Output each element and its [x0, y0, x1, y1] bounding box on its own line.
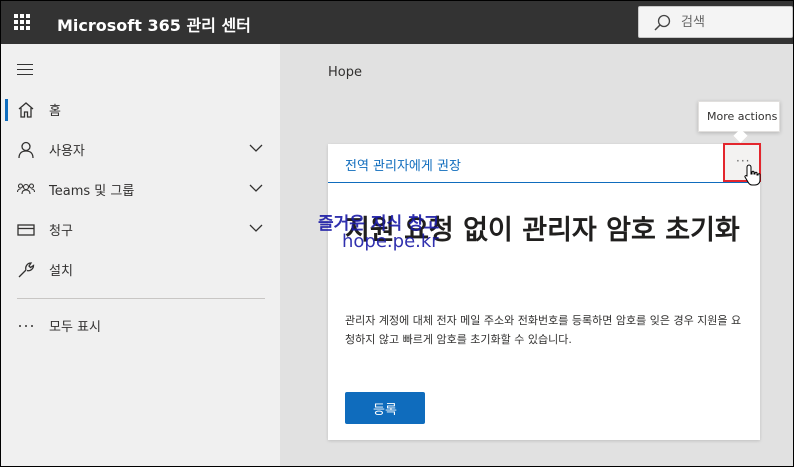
- sidebar: 홈 사용자 Teams 및 그룹 청구 설치 모두 표시: [1, 44, 280, 466]
- sidebar-item-label: 사용자: [49, 144, 85, 159]
- sidebar-item-show-all[interactable]: 모두 표시: [1, 305, 280, 345]
- person-icon: [18, 141, 34, 159]
- sidebar-item-label: 설치: [49, 264, 73, 279]
- app-title[interactable]: Microsoft 365 관리 센터: [57, 12, 251, 36]
- sidebar-item-home[interactable]: 홈: [1, 89, 280, 129]
- sidebar-item-billing[interactable]: 청구: [1, 209, 280, 249]
- sidebar-item-label: 모두 표시: [49, 320, 101, 335]
- home-icon: [18, 102, 34, 118]
- more-actions-tooltip: More actions: [698, 101, 780, 132]
- hamburger-menu-icon[interactable]: [17, 64, 33, 76]
- sidebar-divider: [17, 298, 265, 299]
- sidebar-item-setup[interactable]: 설치: [1, 249, 280, 289]
- group-icon: [17, 183, 35, 195]
- org-name: Hope: [328, 65, 362, 80]
- register-button[interactable]: 등록: [345, 392, 425, 424]
- app-launcher-icon[interactable]: [14, 14, 30, 30]
- sidebar-item-label: 홈: [49, 104, 61, 119]
- wrench-icon: [18, 262, 35, 278]
- hand-cursor-icon: [744, 164, 761, 186]
- recommendation-card: 전역 관리자에게 권장 ··· 지원 요청 없이 관리자 암호 초기화 즐거운 …: [318, 143, 761, 440]
- watermark-url: hope.pe.kr: [342, 231, 439, 252]
- chevron-down-icon[interactable]: [249, 183, 263, 193]
- sidebar-item-teams-groups[interactable]: Teams 및 그룹: [1, 169, 280, 209]
- search-icon: [654, 14, 671, 31]
- ellipsis-icon: [19, 325, 33, 327]
- sidebar-item-label: Teams 및 그룹: [49, 184, 135, 199]
- top-bar: Microsoft 365 관리 센터: [1, 1, 793, 44]
- card-description: 관리자 계정에 대체 전자 메일 주소와 전화번호를 등록하면 암호를 잊은 경…: [345, 314, 742, 346]
- sidebar-item-users[interactable]: 사용자: [1, 129, 280, 169]
- card-header-title: 전역 관리자에게 권장: [345, 159, 461, 174]
- chevron-down-icon[interactable]: [249, 223, 263, 233]
- card-header: 전역 관리자에게 권장 ···: [328, 143, 761, 183]
- search-box[interactable]: [638, 6, 793, 38]
- search-input[interactable]: [681, 12, 781, 32]
- billing-icon: [17, 224, 35, 236]
- chevron-down-icon[interactable]: [249, 143, 263, 153]
- sidebar-item-label: 청구: [49, 224, 73, 239]
- app-window: Microsoft 365 관리 센터 홈 사용자: [1, 1, 793, 466]
